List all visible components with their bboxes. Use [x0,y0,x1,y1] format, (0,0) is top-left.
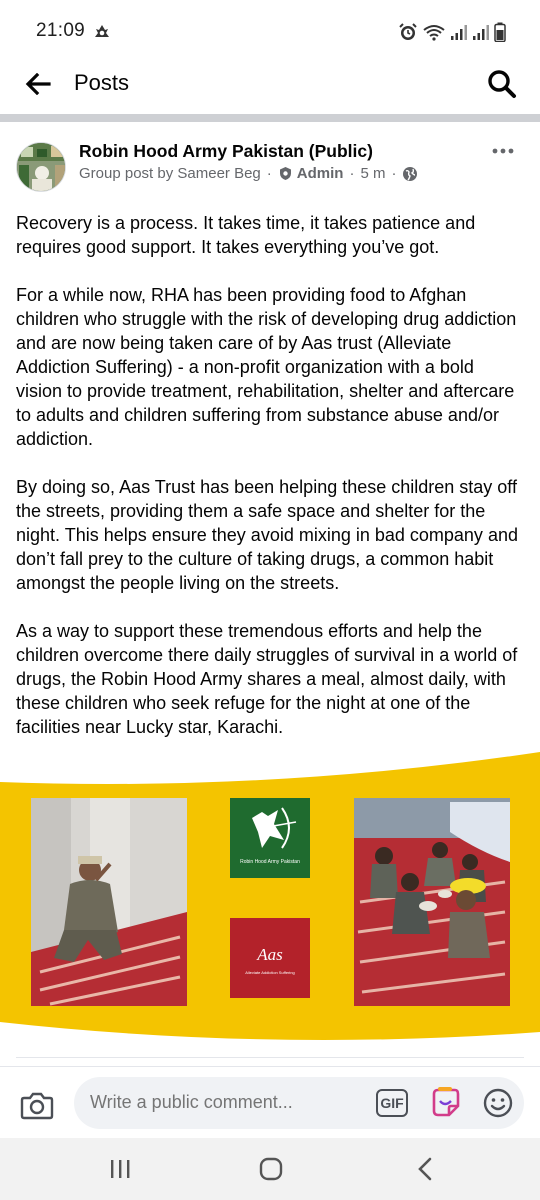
logo-aas-trust: Aas Alleviate Addiction Suffering [230,918,310,998]
image-divider [16,1057,524,1058]
post-header: Robin Hood Army Pakistan (Public) Group … [0,136,540,196]
post-image[interactable]: Robin Hood Army Pakistan Aas Alleviate A… [0,752,540,1056]
logo-aas-text: Aas [256,945,283,964]
comment-input[interactable] [90,1092,370,1113]
wifi-icon [423,25,445,41]
camera-icon[interactable] [20,1089,54,1121]
post-meta: Group post by Sameer Beg · Admin · 5 m · [79,165,418,182]
back-nav-icon[interactable] [414,1156,436,1182]
more-options-button[interactable] [488,140,518,162]
avatar-image [17,143,65,191]
signal-icon-2 [473,25,489,40]
post-timestamp[interactable]: 5 m [360,165,385,182]
post-image-collage: Robin Hood Army Pakistan Aas Alleviate A… [0,752,540,1056]
post-paragraph: For a while now, RHA has been providing … [16,285,517,449]
battery-icon [494,22,506,42]
app-header: Posts [0,62,540,114]
sticker-icon[interactable] [429,1086,461,1118]
globe-icon [403,166,418,181]
status-time: 21:09 [36,20,86,41]
post-paragraph: By doing so, Aas Trust has been helping … [16,477,518,593]
alarm-icon [399,23,417,40]
photo-children-eating [354,798,510,1006]
post-meta-prefix[interactable]: Group post by Sameer Beg [79,165,261,182]
system-nav-bar [0,1138,540,1200]
comment-bar: GIF [0,1066,540,1138]
logo-rha-text: Robin Hood Army Pakistan [240,859,300,865]
admin-role-label: Admin [296,165,344,182]
post-paragraph: Recovery is a process. It takes time, it… [16,213,476,257]
group-avatar[interactable] [16,142,66,192]
header-divider [0,114,540,122]
logo-aas-subtext: Alleviate Addiction Suffering [245,970,295,975]
search-icon [488,70,516,98]
notification-bot-icon [95,25,109,37]
post-paragraph: As a way to support these tremendous eff… [16,621,518,737]
gif-button[interactable]: GIF [376,1089,408,1117]
more-dots-icon [492,148,514,154]
status-icons [398,20,506,44]
arrow-left-icon [25,73,51,95]
emoji-icon[interactable] [482,1087,514,1119]
signal-icon-1 [451,25,467,40]
admin-badge-icon [279,167,291,180]
page-title: Posts [74,70,130,95]
comment-input-box[interactable]: GIF [74,1077,524,1129]
home-icon[interactable] [258,1156,284,1182]
recent-apps-icon[interactable] [108,1158,132,1180]
post-body: Recovery is a process. It takes time, it… [16,211,524,763]
search-button[interactable] [482,64,522,104]
back-button[interactable] [20,66,56,102]
logo-robin-hood-army: Robin Hood Army Pakistan [230,798,310,878]
post-author[interactable]: Robin Hood Army Pakistan (Public) [79,141,373,162]
status-bar: 21:09 [0,0,540,62]
photo-child-sitting [31,798,187,1006]
